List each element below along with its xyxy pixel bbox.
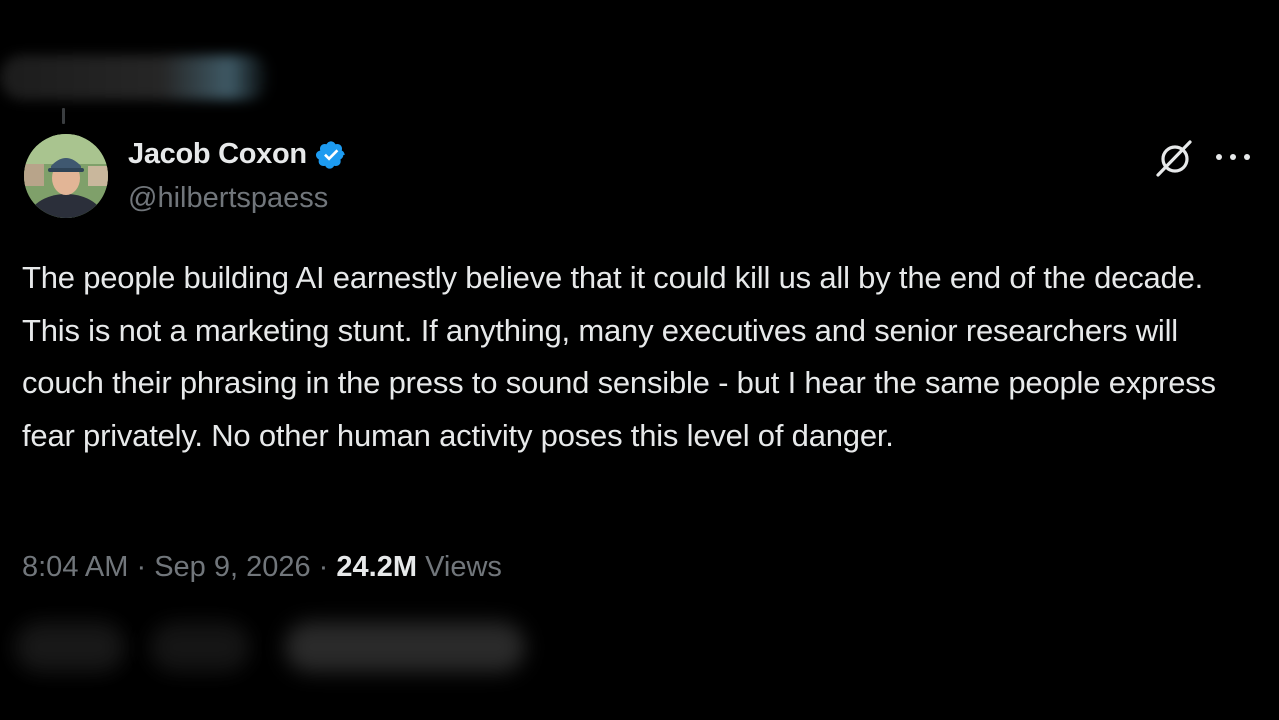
meta-separator: · [128, 551, 155, 583]
views-count: 24.2M [336, 551, 417, 583]
blurred-action-2 [150, 622, 250, 672]
grok-icon[interactable] [1154, 137, 1196, 179]
author-display-name[interactable]: Jacob Coxon [128, 138, 307, 171]
verified-badge-icon [315, 140, 345, 169]
blurred-header [0, 55, 270, 100]
author-name-row: Jacob Coxon [128, 138, 347, 171]
meta-separator: · [310, 551, 337, 583]
thread-line [62, 108, 65, 124]
avatar-image [24, 134, 108, 218]
views-label: Views [425, 551, 502, 583]
more-options-icon[interactable] [1216, 150, 1250, 164]
avatar[interactable] [24, 134, 108, 218]
blurred-action-1 [15, 622, 125, 672]
post-time[interactable]: 8:04 AM [22, 551, 128, 583]
post-text: The people building AI earnestly believe… [22, 260, 1216, 453]
post-meta: 8:04 AM · Sep 9, 2026 · 24.2M Views [22, 551, 502, 584]
more-dot [1230, 154, 1236, 160]
more-dot [1244, 154, 1250, 160]
post-date[interactable]: Sep 9, 2026 [154, 551, 310, 583]
author-handle[interactable]: @hilbertspaess [128, 182, 328, 215]
more-dot [1216, 154, 1222, 160]
blurred-action-3 [285, 622, 525, 672]
post-screenshot: Jacob Coxon @hilbertspaess The people bu… [0, 0, 1279, 720]
